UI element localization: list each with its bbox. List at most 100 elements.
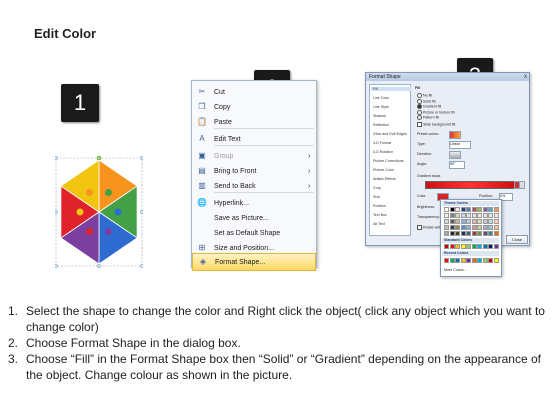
dialog-close-icon[interactable]: x	[524, 73, 527, 81]
theme-shade-swatch[interactable]	[477, 225, 482, 230]
category-artistic-effects[interactable]: Artistic Effects	[373, 177, 396, 181]
category-fill[interactable]: Fill	[371, 87, 411, 91]
theme-color-swatch[interactable]	[455, 207, 460, 212]
recent-color-swatch[interactable]	[482, 258, 488, 263]
theme-shade-swatch[interactable]	[482, 219, 488, 224]
theme-shade-swatch[interactable]	[482, 225, 488, 230]
category-shadow[interactable]: Shadow	[373, 114, 386, 118]
angle-input[interactable]: 90°	[449, 161, 465, 169]
recent-color-swatch[interactable]	[477, 258, 482, 263]
theme-color-swatch[interactable]	[493, 207, 499, 212]
fill-option-gradient-fill[interactable]: Gradient fill	[417, 104, 441, 109]
theme-shade-swatch[interactable]	[471, 219, 477, 224]
resize-handle-tl[interactable]	[54, 156, 58, 160]
theme-shade-swatch[interactable]	[460, 219, 466, 224]
rotate-handle[interactable]	[96, 155, 102, 161]
category-glow-and-soft-edges[interactable]: Glow and Soft Edges	[373, 132, 407, 136]
theme-shade-swatch[interactable]	[449, 231, 455, 236]
theme-color-swatch[interactable]	[477, 207, 482, 212]
recent-color-swatch[interactable]	[466, 258, 471, 263]
theme-shade-swatch[interactable]	[449, 213, 455, 218]
theme-color-swatch[interactable]	[482, 207, 488, 212]
category-text-box[interactable]: Text Box	[373, 213, 387, 217]
fill-option-no-fill[interactable]: No fill	[417, 93, 432, 98]
fill-option-radio[interactable]	[417, 98, 422, 104]
menu-item-format-shape[interactable]: ◈ Format Shape...	[192, 253, 316, 271]
resize-handle-br[interactable]	[140, 264, 144, 268]
category-size[interactable]: Size	[373, 195, 380, 199]
theme-color-swatch[interactable]	[449, 207, 455, 212]
standard-color-swatch[interactable]	[460, 244, 466, 249]
recent-color-swatch[interactable]	[488, 258, 493, 263]
theme-shade-swatch[interactable]	[466, 225, 471, 230]
direction-dropdown[interactable]	[449, 151, 461, 159]
fill-option-solid-fill[interactable]: Solid fill	[417, 98, 435, 104]
theme-color-swatch[interactable]	[471, 207, 477, 212]
resize-handle-r[interactable]	[140, 210, 144, 214]
resize-handle-bl[interactable]	[54, 264, 58, 268]
theme-shade-swatch[interactable]	[471, 231, 477, 236]
theme-shade-swatch[interactable]	[466, 219, 471, 224]
theme-shade-swatch[interactable]	[455, 231, 460, 236]
slide-bg-fill-checkbox[interactable]	[417, 122, 422, 127]
theme-shade-swatch[interactable]	[488, 231, 493, 236]
theme-color-swatch[interactable]	[460, 207, 466, 212]
theme-shade-swatch[interactable]	[449, 219, 455, 224]
theme-shade-swatch[interactable]	[477, 219, 482, 224]
recent-color-swatch[interactable]	[460, 258, 466, 263]
recent-color-swatch[interactable]	[493, 258, 499, 263]
category-reflection[interactable]: Reflection	[373, 123, 389, 127]
fill-option-radio[interactable]	[417, 93, 422, 98]
category-picture-color[interactable]: Picture Color	[373, 168, 394, 172]
standard-color-swatch[interactable]	[488, 244, 493, 249]
theme-shade-swatch[interactable]	[493, 213, 499, 218]
theme-shade-swatch[interactable]	[471, 225, 477, 230]
theme-shade-swatch[interactable]	[493, 225, 499, 230]
theme-shade-swatch[interactable]	[460, 231, 466, 236]
theme-shade-swatch[interactable]	[482, 213, 488, 218]
theme-shade-swatch[interactable]	[449, 225, 455, 230]
standard-color-swatch[interactable]	[449, 244, 455, 249]
standard-color-swatch[interactable]	[471, 244, 477, 249]
fill-option-radio[interactable]	[417, 115, 422, 120]
theme-shade-swatch[interactable]	[444, 219, 449, 224]
category-alt-text[interactable]: Alt Text	[373, 222, 385, 226]
recent-color-swatch[interactable]	[455, 258, 460, 263]
remove-stop-button[interactable]	[519, 181, 525, 189]
theme-shade-swatch[interactable]	[471, 213, 477, 218]
standard-color-swatch[interactable]	[444, 244, 449, 249]
resize-handle-l[interactable]	[54, 210, 58, 214]
theme-shade-swatch[interactable]	[460, 213, 466, 218]
theme-shade-swatch[interactable]	[477, 231, 482, 236]
theme-shade-swatch[interactable]	[488, 213, 493, 218]
gradient-stops-bar[interactable]	[425, 181, 515, 189]
theme-color-swatch[interactable]	[466, 207, 471, 212]
theme-shade-swatch[interactable]	[455, 225, 460, 230]
theme-color-swatch[interactable]	[444, 207, 449, 212]
more-colors-link[interactable]: More Colors...	[444, 268, 467, 272]
recent-color-swatch[interactable]	[471, 258, 477, 263]
recent-color-swatch[interactable]	[449, 258, 455, 263]
fill-option-radio[interactable]	[417, 104, 422, 109]
theme-shade-swatch[interactable]	[455, 213, 460, 218]
preset-colors-dropdown[interactable]	[449, 131, 461, 139]
standard-color-swatch[interactable]	[477, 244, 482, 249]
category-picture-corrections[interactable]: Picture Corrections	[373, 159, 404, 163]
category-line-color[interactable]: Line Color	[373, 96, 389, 100]
category-3-d-rotation[interactable]: 3-D Rotation	[373, 150, 393, 154]
resize-handle-tr[interactable]	[140, 156, 144, 160]
theme-shade-swatch[interactable]	[444, 231, 449, 236]
theme-shade-swatch[interactable]	[493, 219, 499, 224]
theme-shade-swatch[interactable]	[482, 231, 488, 236]
theme-shade-swatch[interactable]	[466, 231, 471, 236]
type-dropdown[interactable]: Linear	[449, 141, 471, 149]
slide-bg-fill-option[interactable]: Slide background fill	[417, 122, 455, 127]
theme-shade-swatch[interactable]	[466, 213, 471, 218]
theme-shade-swatch[interactable]	[455, 219, 460, 224]
standard-color-swatch[interactable]	[455, 244, 460, 249]
theme-shade-swatch[interactable]	[460, 225, 466, 230]
theme-shade-swatch[interactable]	[488, 225, 493, 230]
fill-option-picture-or-texture-fill[interactable]: Picture or texture fill	[417, 109, 455, 115]
theme-shade-swatch[interactable]	[444, 225, 449, 230]
fill-option-pattern-fill[interactable]: Pattern fill	[417, 115, 439, 120]
